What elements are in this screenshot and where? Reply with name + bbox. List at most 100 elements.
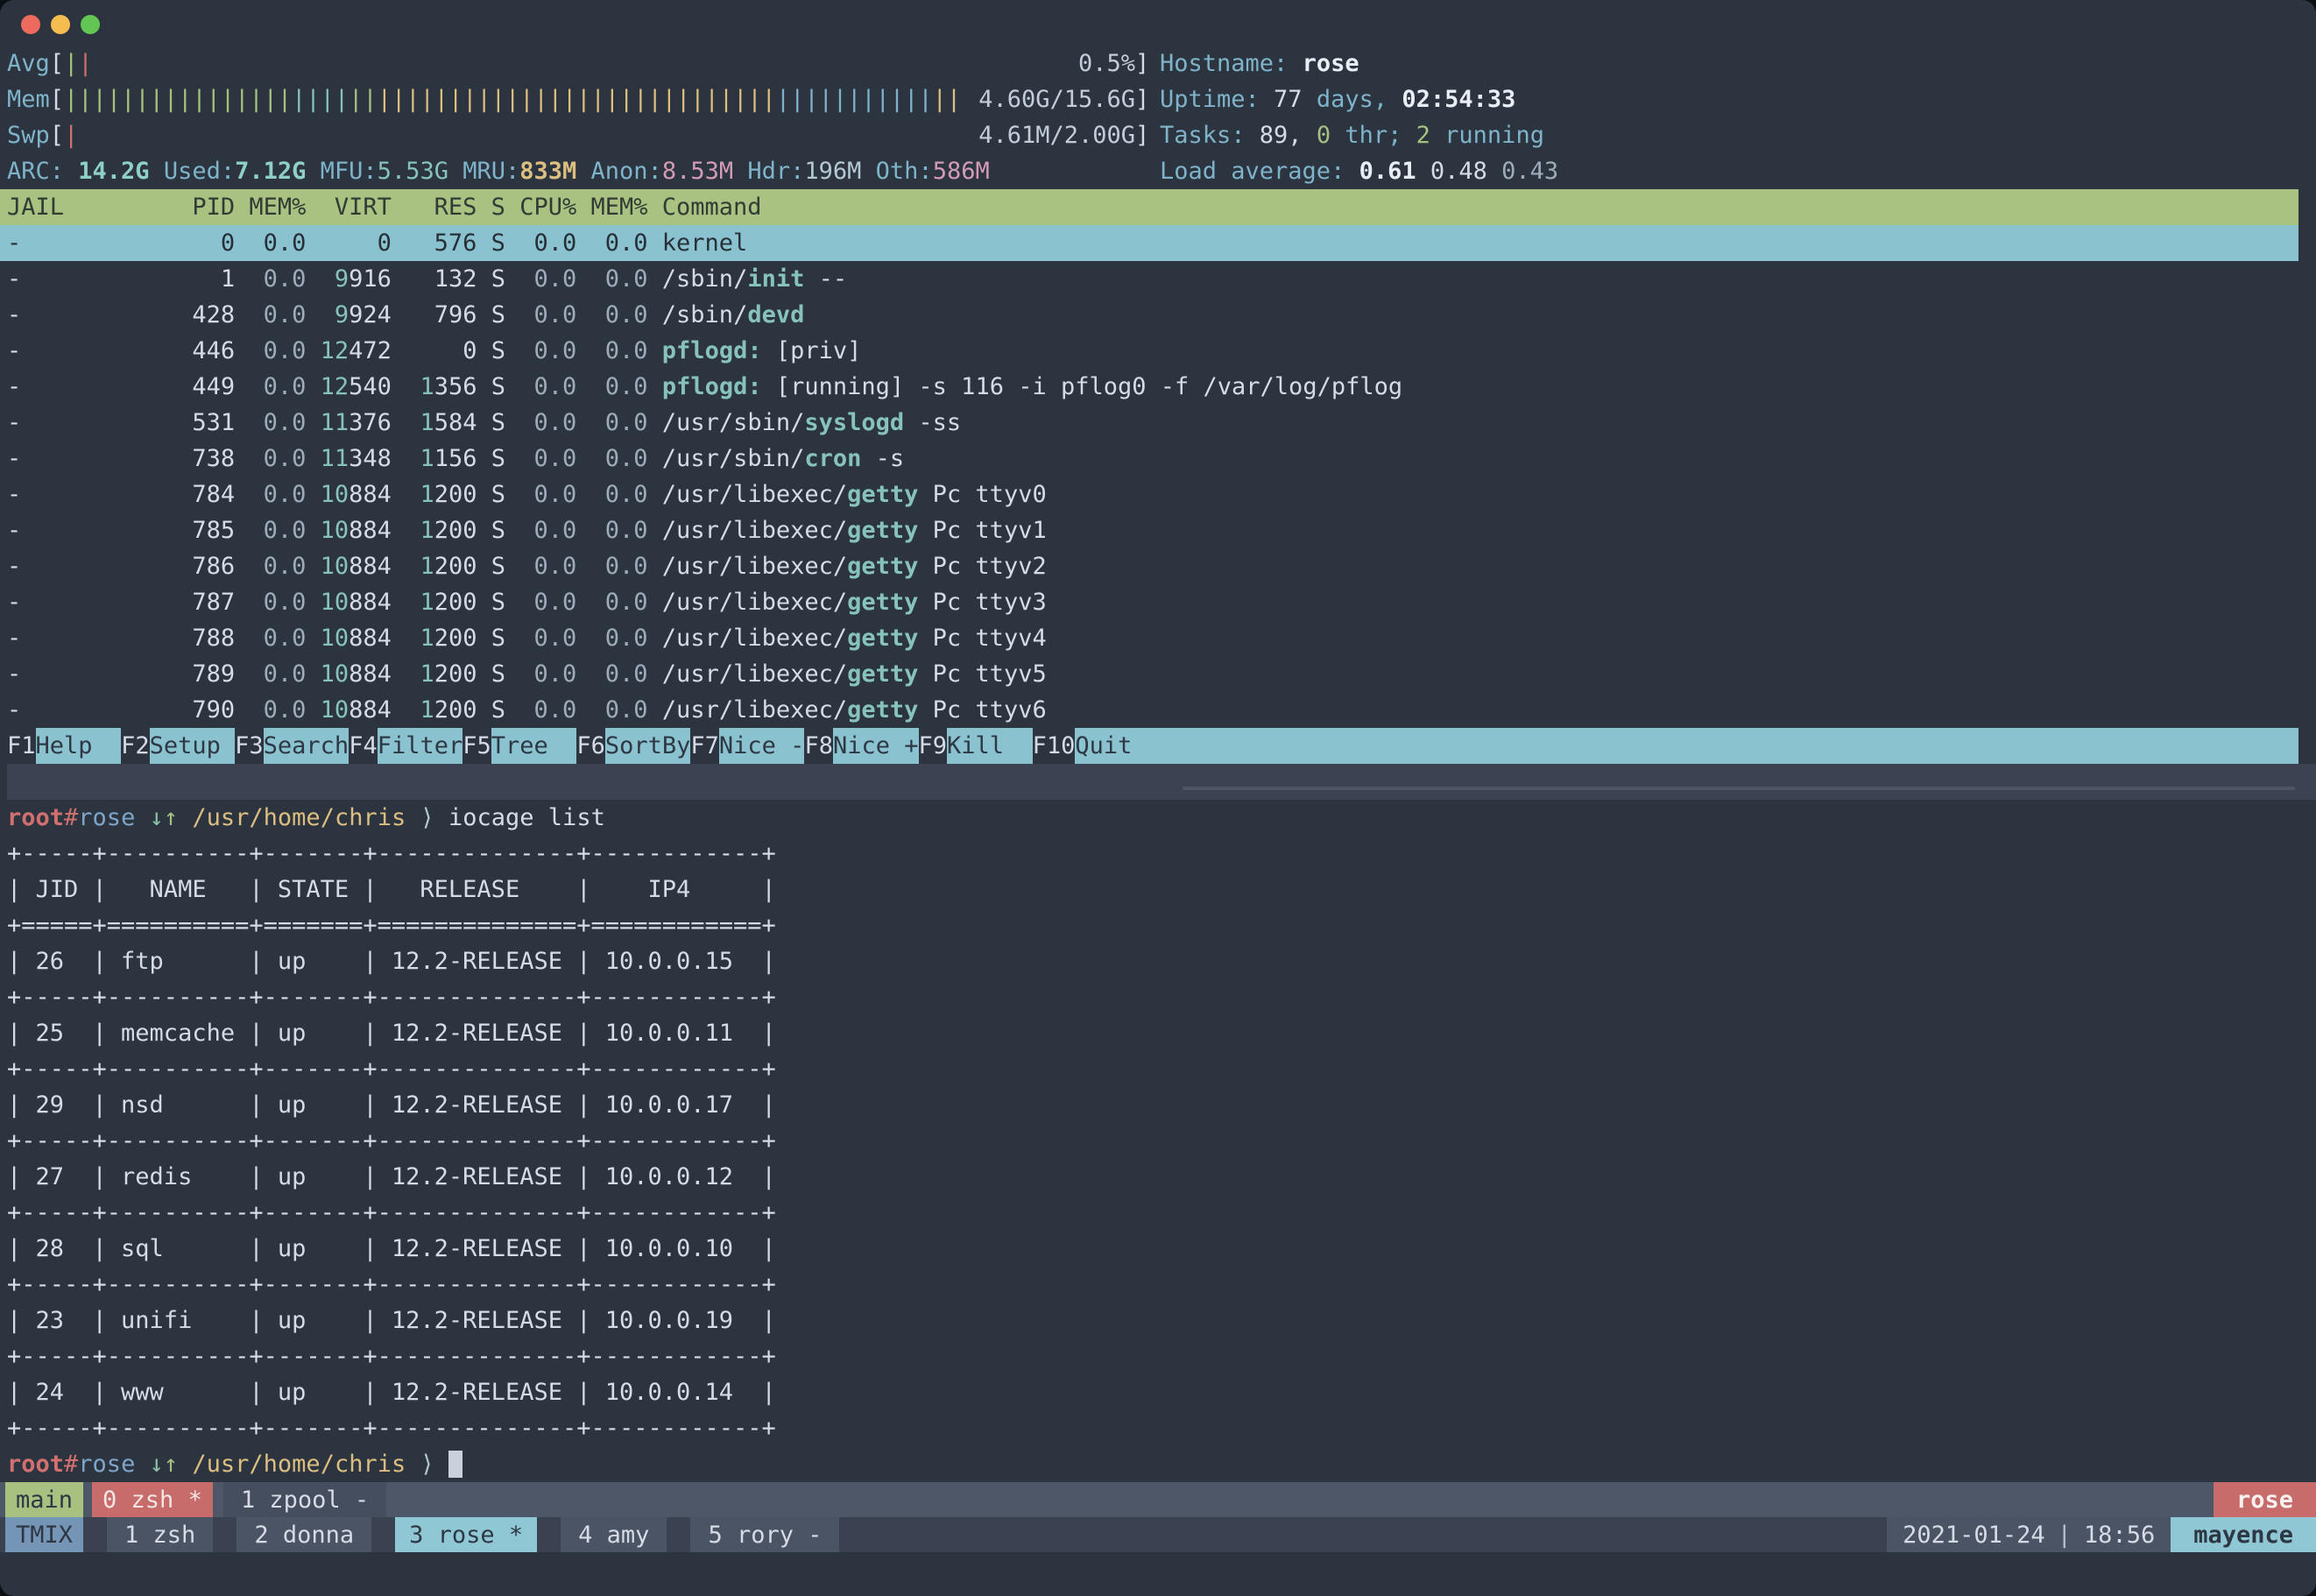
fkey-F10[interactable]: F10 [1033, 728, 1076, 764]
jail-table-border: +-----+----------+-------+--------------… [0, 979, 2316, 1015]
htop-function-bar: F1Help F2Setup F3SearchF4FilterF5Tree F6… [0, 728, 2298, 764]
window-tab-zsh-active[interactable]: 0 zsh * [92, 1482, 213, 1517]
fkey-label-F10[interactable]: Quit [1075, 728, 2298, 764]
process-row-785[interactable]: - 785 0.0 10884 1200 S 0.0 0.0 /usr/libe… [0, 512, 2316, 548]
text-segment: | [78, 50, 92, 77]
text-segment: 348 [349, 445, 420, 472]
mem-meter-value: 4.60G/15.6G [978, 81, 1135, 117]
window-tab-2-donna[interactable]: 2 donna [237, 1517, 371, 1552]
fkey-label-F5[interactable]: Tree [491, 728, 577, 764]
process-row-788[interactable]: - 788 0.0 10884 1200 S 0.0 0.0 /usr/libe… [0, 620, 2316, 656]
fkey-F3[interactable]: F3 [235, 728, 264, 764]
fkey-label-F2[interactable]: Setup [150, 728, 236, 764]
text-segment: 0.61 [1359, 158, 1416, 185]
text-segment: /usr/libexec/ [648, 660, 848, 688]
htop-columns-header[interactable]: JAIL PID MEM% VIRT RES S CPU% MEM% Comma… [0, 189, 2298, 225]
text-segment: getty [847, 589, 918, 616]
close-button[interactable] [21, 15, 40, 34]
process-row-1[interactable]: - 1 0.0 9916 132 S 0.0 0.0 /sbin/init -- [0, 261, 2316, 297]
zoom-button[interactable] [81, 15, 100, 34]
process-row-784[interactable]: - 784 0.0 10884 1200 S 0.0 0.0 /usr/libe… [0, 477, 2316, 512]
fkey-F4[interactable]: F4 [349, 728, 378, 764]
process-row-790[interactable]: - 790 0.0 10884 1200 S 0.0 0.0 /usr/libe… [0, 692, 2316, 728]
text-segment: 200 S [434, 660, 505, 688]
process-row-selected[interactable]: - 0 0.0 0 576 S 0.0 0.0 kernel [0, 225, 2298, 261]
text-segment: days, [1303, 86, 1402, 113]
window-tab-1-zsh[interactable]: 1 zsh [107, 1517, 213, 1552]
text-segment: 200 S [434, 517, 505, 544]
jail-table-border: +-----+----------+-------+--------------… [0, 1338, 2316, 1374]
prompt-cwd: /usr/home/chris [192, 1451, 406, 1478]
text-segment: running [1430, 122, 1544, 149]
jail-table-header-border: +=====+==========+=======+==============… [0, 907, 2316, 943]
text-segment [648, 337, 662, 364]
text-segment: 0.0 0.0 [505, 445, 648, 472]
window-tab-zpool[interactable]: 1 zpool - [223, 1482, 386, 1517]
text-segment: 884 [349, 589, 420, 616]
process-row-786[interactable]: - 786 0.0 10884 1200 S 0.0 0.0 /usr/libe… [0, 548, 2316, 584]
fkey-F5[interactable]: F5 [462, 728, 491, 764]
text-segment: ] [1135, 86, 1149, 113]
fkey-label-F4[interactable]: Filter [378, 728, 463, 764]
text-segment: 0.0 [235, 481, 306, 508]
text-segment: 10 [321, 481, 350, 508]
process-row-446[interactable]: - 446 0.0 12472 0 S 0.0 0.0 pflogd: [pri… [0, 333, 2316, 369]
text-segment [306, 265, 335, 293]
swp-meter: Swp[|4.61M/2.00G]Tasks: 89, 0 thr; 2 run… [0, 117, 2316, 153]
fkey-label-F7[interactable]: Nice - [719, 728, 805, 764]
text-segment: getty [847, 660, 918, 688]
session-badge-tmix[interactable]: TMIX [5, 1517, 83, 1552]
text-segment: 196M [804, 158, 861, 185]
text-segment: Pc ttyv4 [918, 625, 1046, 652]
text-segment [306, 409, 320, 436]
user-badge: mayence [2171, 1517, 2316, 1552]
fkey-label-F9[interactable]: Kill [947, 728, 1033, 764]
text-segment: Oth: [861, 158, 932, 185]
text-segment: 11 [321, 409, 350, 436]
window-tab-5-rory[interactable]: 5 rory - [690, 1517, 839, 1552]
process-row-531[interactable]: - 531 0.0 11376 1584 S 0.0 0.0 /usr/sbin… [0, 405, 2316, 441]
text-segment: pflogd: [662, 373, 762, 400]
fkey-F2[interactable]: F2 [121, 728, 150, 764]
window-tab-4-amy[interactable]: 4 amy [561, 1517, 667, 1552]
process-row-449[interactable]: - 449 0.0 12540 1356 S 0.0 0.0 pflogd: [… [0, 369, 2316, 405]
text-segment: -ss [904, 409, 961, 436]
fkey-F8[interactable]: F8 [804, 728, 833, 764]
text-segment: [ [50, 86, 64, 113]
fkey-F6[interactable]: F6 [576, 728, 605, 764]
text-segment: getty [847, 517, 918, 544]
tasks-info: Tasks: 89, 0 thr; 2 running [1160, 117, 1544, 153]
minimize-button[interactable] [51, 15, 70, 34]
text-segment: /sbin/ [648, 301, 748, 328]
fkey-label-F1[interactable]: Help [36, 728, 122, 764]
process-row-428[interactable]: - 428 0.0 9924 796 S 0.0 0.0 /sbin/devd [0, 297, 2316, 333]
text-segment: | 23 | unifi | up | 12.2-RELEASE | 10.0.… [7, 1307, 776, 1334]
text-segment: | 25 | memcache | up | 12.2-RELEASE | 10… [7, 1020, 776, 1047]
window-tab-3-rose-active[interactable]: 3 rose * [395, 1517, 537, 1552]
fkey-label-F8[interactable]: Nice + [833, 728, 919, 764]
text-segment: 376 [349, 409, 420, 436]
tmux-status-bar-inner: main 0 zsh * 1 zpool - rose [0, 1482, 2316, 1517]
meter-bars: | [64, 117, 78, 153]
process-row-787[interactable]: - 787 0.0 10884 1200 S 0.0 0.0 /usr/libe… [0, 584, 2316, 620]
cursor-block [448, 1451, 462, 1478]
text-segment: cron [804, 445, 861, 472]
mem-meter-label: Mem [7, 86, 50, 113]
up-arrow-icon: ↑ [164, 804, 178, 831]
fkey-F1[interactable]: F1 [7, 728, 36, 764]
text-segment: 586M [933, 158, 990, 185]
text-segment: 584 S [434, 409, 505, 436]
fkey-F7[interactable]: F7 [690, 728, 719, 764]
fkey-label-F3[interactable]: Search [264, 728, 350, 764]
text-segment: getty [847, 553, 918, 580]
fkey-F9[interactable]: F9 [919, 728, 948, 764]
session-badge-main[interactable]: main [5, 1482, 83, 1517]
text-segment: 200 S [434, 553, 505, 580]
text-segment: Pc ttyv5 [918, 660, 1046, 688]
prompt-line-command: root#rose ↓↑ /usr/home/chris ⟩ iocage li… [0, 800, 2316, 836]
text-segment: | 26 | ftp | up | 12.2-RELEASE | 10.0.0.… [7, 948, 776, 975]
process-row-789[interactable]: - 789 0.0 10884 1200 S 0.0 0.0 /usr/libe… [0, 656, 2316, 692]
fkey-label-F6[interactable]: SortBy [605, 728, 691, 764]
process-row-738[interactable]: - 738 0.0 11348 1156 S 0.0 0.0 /usr/sbin… [0, 441, 2316, 477]
text-segment: 1 [420, 696, 434, 724]
